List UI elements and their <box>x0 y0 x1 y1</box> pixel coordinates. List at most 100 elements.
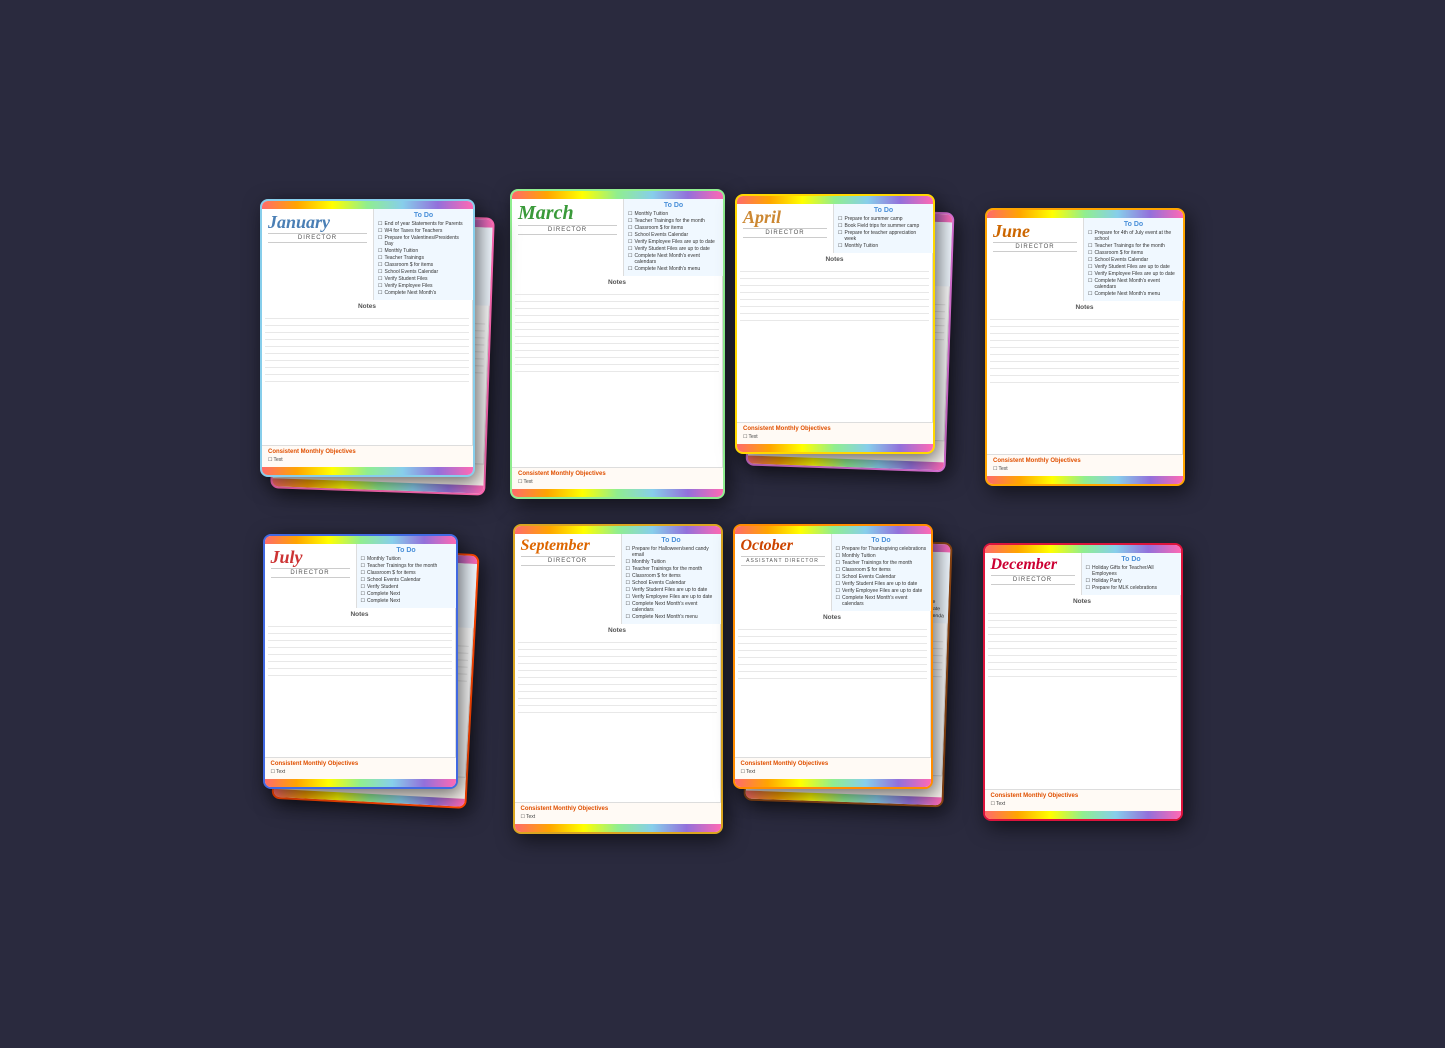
jul-role: DIRECTOR <box>271 568 350 578</box>
jun-todo-2: Teacher Trainings for the month <box>1088 243 1179 249</box>
mar-todo-3: Classroom $ for items <box>628 225 719 231</box>
apr-todo-header: To Do <box>838 207 929 214</box>
jan-todo-10: Complete Next Month's <box>378 290 469 296</box>
mar-notes-label: Notes <box>515 279 719 286</box>
march-card: March DIRECTOR To Do Monthly Tuition Tea… <box>510 189 725 499</box>
dec-todo-2: Holiday Party <box>1086 578 1177 584</box>
sep-todo-1: Prepare for Halloween/send candy email <box>626 546 717 558</box>
mar-objectives-label: Consistent Monthly Objectives <box>518 471 717 477</box>
sep-notes-label: Notes <box>518 627 717 634</box>
jun-title: June <box>993 222 1077 240</box>
bottom-row: August DIRECTOR To Do Monthly Tuition Te… <box>263 524 1183 854</box>
jul-todo-1: Monthly Tuition <box>361 556 452 562</box>
jan-title: January <box>268 213 367 231</box>
dec-notes-label: Notes <box>988 598 1177 605</box>
sep-obj-1: Text <box>521 814 715 820</box>
sep-todo-6: Verify Student Files are up to date <box>626 587 717 593</box>
mar-todo-7: Complete Next Month's event calendars <box>628 253 719 265</box>
apr-may-stack: May DIRECTOR To Do Monthly Tuition Teach… <box>735 194 975 514</box>
jan-todo-5: Teacher Trainings <box>378 255 469 261</box>
dec-obj-1: Text <box>991 801 1175 807</box>
jun-role: DIRECTOR <box>993 242 1077 252</box>
jun-objectives-label: Consistent Monthly Objectives <box>993 458 1177 464</box>
sep-objectives-label: Consistent Monthly Objectives <box>521 806 715 812</box>
mar-todo-6: Verify Student Files are up to date <box>628 246 719 252</box>
apr-todo-3: Prepare for teacher appreciation week <box>838 230 929 242</box>
jul-todo-3: Classroom $ for items <box>361 570 452 576</box>
mar-title: March <box>518 203 617 223</box>
oct-title: October <box>741 538 825 554</box>
apr-objectives-label: Consistent Monthly Objectives <box>743 426 927 432</box>
oct-objectives-label: Consistent Monthly Objectives <box>741 761 925 767</box>
mar-todo-2: Teacher Trainings for the month <box>628 218 719 224</box>
mar-todo-header: To Do <box>628 202 719 209</box>
top-row: February DIRECTOR To Do Prepare school f… <box>260 194 1185 514</box>
jan-notes-label: Notes <box>265 303 469 310</box>
oct-obj-1: Text <box>741 769 925 775</box>
sep-todo-7: Verify Employee Files are up to date <box>626 594 717 600</box>
oct-todo-7: Verify Employee Files are up to date <box>836 588 927 594</box>
jul-todo-5: Verify Student <box>361 584 452 590</box>
dec-todo-header: To Do <box>1086 556 1177 563</box>
mar-todo-8: Complete Next Month's menu <box>628 266 719 272</box>
oct-todo-2: Monthly Tuition <box>836 553 927 559</box>
oct-todo-header: To Do <box>836 537 927 544</box>
apr-notes-label: Notes <box>740 256 929 263</box>
jan-todo-1: End of year Statements for Parents <box>378 221 469 227</box>
jul-todo-6: Complete Next <box>361 591 452 597</box>
jul-title: July <box>271 548 350 566</box>
sep-todo-4: Classroom $ for items <box>626 573 717 579</box>
sep-todo-3: Teacher Trainings for the month <box>626 566 717 572</box>
jun-notes-label: Notes <box>990 304 1179 311</box>
april-card: April DIRECTOR To Do Prepare for summer … <box>735 194 935 454</box>
mar-obj-1: Text <box>518 479 717 485</box>
jun-obj-1: Text <box>993 466 1177 472</box>
july-card: July DIRECTOR To Do Monthly Tuition Teac… <box>263 534 458 789</box>
jul-todo-header: To Do <box>361 547 452 554</box>
oct-todo-4: Classroom $ for items <box>836 567 927 573</box>
apr-todo-4: Monthly Tuition <box>838 243 929 249</box>
sep-todo-8: Complete Next Month's event calendars <box>626 601 717 613</box>
jan-todo-2: W4 for Taxes for Teachers <box>378 228 469 234</box>
october-card: October ASSISTANT DIRECTOR To Do Prepare… <box>733 524 933 789</box>
sep-todo-5: School Events Calendar <box>626 580 717 586</box>
jan-todo-4: Monthly Tuition <box>378 248 469 254</box>
oct-todo-1: Prepare for Thanksgiving celebrations <box>836 546 927 552</box>
mar-todo-1: Monthly Tuition <box>628 211 719 217</box>
apr-role: DIRECTOR <box>743 228 827 238</box>
june-card: June DIRECTOR To Do Prepare for 4th of J… <box>985 208 1185 486</box>
jan-objectives-label: Consistent Monthly Objectives <box>268 449 467 455</box>
jan-obj-1: Text <box>268 457 467 463</box>
dec-role: DIRECTOR <box>991 575 1075 585</box>
jun-todo-8: Complete Next Month's menu <box>1088 291 1179 297</box>
jun-todo-3: Classroom $ for items <box>1088 250 1179 256</box>
jan-role: DIRECTOR <box>268 233 367 243</box>
jun-todo-header: To Do <box>1088 221 1179 228</box>
main-container: February DIRECTOR To Do Prepare school f… <box>0 0 1445 1048</box>
dec-todo-1: Holiday Gifts for Teacher/All Employees <box>1086 565 1177 577</box>
jan-todo-3: Prepare for Valentines/Presidents Day <box>378 235 469 247</box>
mar-role: DIRECTOR <box>518 225 617 235</box>
sep-role: DIRECTOR <box>521 556 615 566</box>
jan-todo-8: Verify Student Files <box>378 276 469 282</box>
jul-aug-stack: August DIRECTOR To Do Monthly Tuition Te… <box>263 534 503 844</box>
apr-obj-1: Text <box>743 434 927 440</box>
sep-todo-header: To Do <box>626 537 717 544</box>
oct-nov-stack: November DIRECTOR To Do Prepare for holi… <box>733 524 973 854</box>
sep-todo-2: Monthly Tuition <box>626 559 717 565</box>
dec-objectives-label: Consistent Monthly Objectives <box>991 793 1175 799</box>
jul-todo-4: School Events Calendar <box>361 577 452 583</box>
sep-title: September <box>521 538 615 554</box>
jul-obj-1: Text <box>271 769 450 775</box>
apr-title: April <box>743 208 827 226</box>
apr-todo-2: Book Field trips for summer camp <box>838 223 929 229</box>
jan-todo-7: School Events Calendar <box>378 269 469 275</box>
jul-notes-label: Notes <box>268 611 452 618</box>
oct-todo-3: Teacher Trainings for the month <box>836 560 927 566</box>
oct-todo-6: Verify Student Files are up to date <box>836 581 927 587</box>
oct-todo-8: Complete Next Month's event calendars <box>836 595 927 607</box>
jun-todo-1: Prepare for 4th of July event at the sch… <box>1088 230 1179 242</box>
jun-todo-5: Verify Student Files are up to date <box>1088 264 1179 270</box>
september-card: September DIRECTOR To Do Prepare for Hal… <box>513 524 723 834</box>
mar-todo-4: School Events Calendar <box>628 232 719 238</box>
